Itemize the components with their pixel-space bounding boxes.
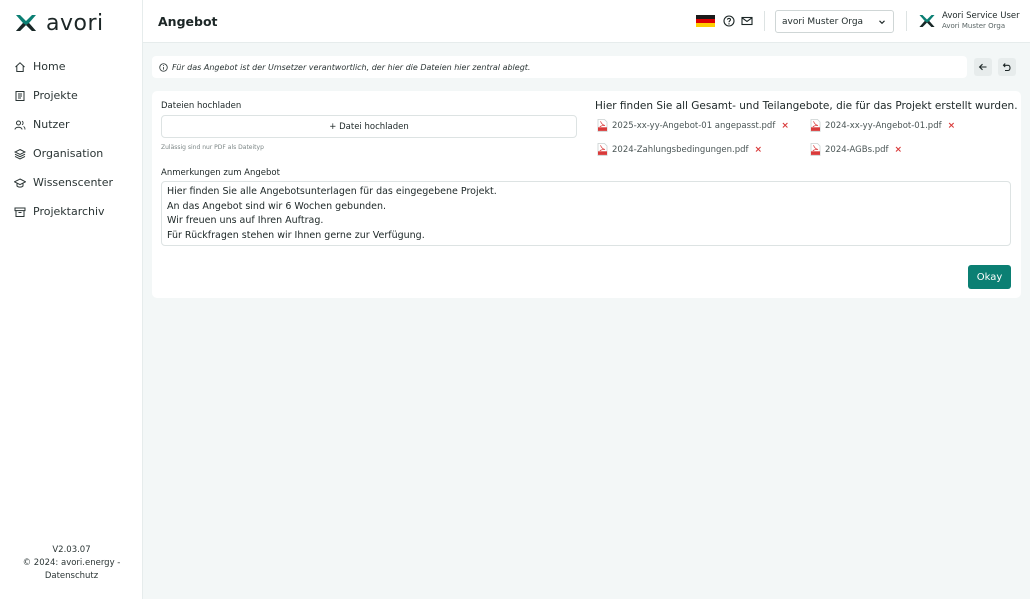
remove-file-button[interactable]: × xyxy=(781,121,789,131)
organization-select-value: avori Muster Orga xyxy=(782,16,864,27)
mail-icon[interactable] xyxy=(741,15,753,27)
sidebar-item-projektarchiv[interactable]: Projektarchiv xyxy=(0,197,143,226)
notes-label: Anmerkungen zum Angebot xyxy=(161,168,280,178)
sidebar-item-organisation[interactable]: Organisation xyxy=(0,139,143,168)
arrow-left-icon xyxy=(978,63,987,71)
archive-icon xyxy=(14,207,26,217)
file-item[interactable]: 2024-Zahlungsbedingungen.pdf × xyxy=(597,143,762,156)
sidebar-item-home[interactable]: Home xyxy=(0,52,143,81)
files-heading: Hier finden Sie all Gesamt- und Teilange… xyxy=(595,100,1018,112)
info-text: Für das Angebot ist der Umsetzer verantw… xyxy=(172,62,531,72)
file-name: 2025-xx-yy-Angebot-01 angepasst.pdf xyxy=(612,120,776,131)
notes-textarea[interactable]: Hier finden Sie alle Angebotsunterlagen … xyxy=(161,181,1011,246)
header-divider xyxy=(764,11,765,31)
sidebar-item-label: Organisation xyxy=(33,147,104,160)
undo-button[interactable] xyxy=(998,58,1016,76)
organization-select[interactable]: avori Muster Orga xyxy=(775,10,894,33)
okay-button[interactable]: Okay xyxy=(968,265,1011,289)
remove-file-button[interactable]: × xyxy=(755,145,763,155)
layers-icon xyxy=(14,148,26,159)
brand-logo[interactable]: avori xyxy=(14,10,104,36)
sidebar-item-wissenscenter[interactable]: Wissenscenter xyxy=(0,168,143,197)
sidebar-nav: Home Projekte Nutzer Organisation Wissen… xyxy=(0,52,143,226)
sidebar-item-label: Home xyxy=(33,60,66,73)
file-name: 2024-AGBs.pdf xyxy=(825,144,889,155)
file-item[interactable]: 2024-AGBs.pdf × xyxy=(810,143,902,156)
sidebar-footer: V2.03.07 © 2024: avori.energy - Datensch… xyxy=(0,544,143,583)
users-icon xyxy=(14,120,26,130)
user-name[interactable]: Avori Service User xyxy=(942,11,1020,21)
brand-name: avori xyxy=(46,10,104,36)
file-item[interactable]: 2025-xx-yy-Angebot-01 angepasst.pdf × xyxy=(597,119,789,132)
file-item[interactable]: 2024-xx-yy-Angebot-01.pdf × xyxy=(810,119,955,132)
info-icon xyxy=(159,62,168,72)
sidebar-item-nutzer[interactable]: Nutzer xyxy=(0,110,143,139)
undo-icon xyxy=(1002,63,1011,72)
remove-file-button[interactable]: × xyxy=(948,121,956,131)
home-icon xyxy=(15,61,25,72)
page-title: Angebot xyxy=(158,14,218,29)
user-avatar-icon[interactable] xyxy=(918,13,936,29)
file-name: 2024-Zahlungsbedingungen.pdf xyxy=(612,144,749,155)
pdf-file-icon xyxy=(597,119,608,132)
avori-logo-icon xyxy=(16,15,36,31)
user-organization: Avori Muster Orga xyxy=(942,22,1006,30)
header-divider xyxy=(906,11,907,31)
sidebar: avori Home Projekte Nutzer Organisation … xyxy=(0,0,143,599)
sidebar-item-label: Projektarchiv xyxy=(33,205,105,218)
help-icon[interactable] xyxy=(723,15,735,27)
copyright-text: © 2024: avori.energy - xyxy=(22,558,121,568)
offer-card: Dateien hochladen + Datei hochladen Zulä… xyxy=(152,91,1021,298)
top-header: Angebot avori Muster Orga Avori Service … xyxy=(143,0,1030,43)
document-list-icon xyxy=(15,90,25,101)
app-version: V2.03.07 xyxy=(52,545,91,555)
graduation-cap-icon xyxy=(14,177,26,188)
sidebar-item-label: Wissenscenter xyxy=(33,176,114,189)
info-banner: Für das Angebot ist der Umsetzer verantw… xyxy=(152,56,967,78)
file-name: 2024-xx-yy-Angebot-01.pdf xyxy=(825,120,942,131)
remove-file-button[interactable]: × xyxy=(895,145,903,155)
upload-label: Dateien hochladen xyxy=(161,101,242,111)
privacy-link[interactable]: Datenschutz xyxy=(0,570,143,583)
pdf-file-icon xyxy=(597,143,608,156)
sidebar-item-projekte[interactable]: Projekte xyxy=(0,81,143,110)
sidebar-item-label: Nutzer xyxy=(33,118,70,131)
back-button[interactable] xyxy=(974,58,992,76)
sidebar-item-label: Projekte xyxy=(33,89,78,102)
pdf-file-icon xyxy=(810,119,821,132)
upload-hint: Zulässig sind nur PDF als Dateityp xyxy=(161,144,264,151)
pdf-file-icon xyxy=(810,143,821,156)
upload-file-button[interactable]: + Datei hochladen xyxy=(161,115,577,138)
german-flag-icon[interactable] xyxy=(696,15,715,27)
chevron-down-icon xyxy=(879,20,885,25)
